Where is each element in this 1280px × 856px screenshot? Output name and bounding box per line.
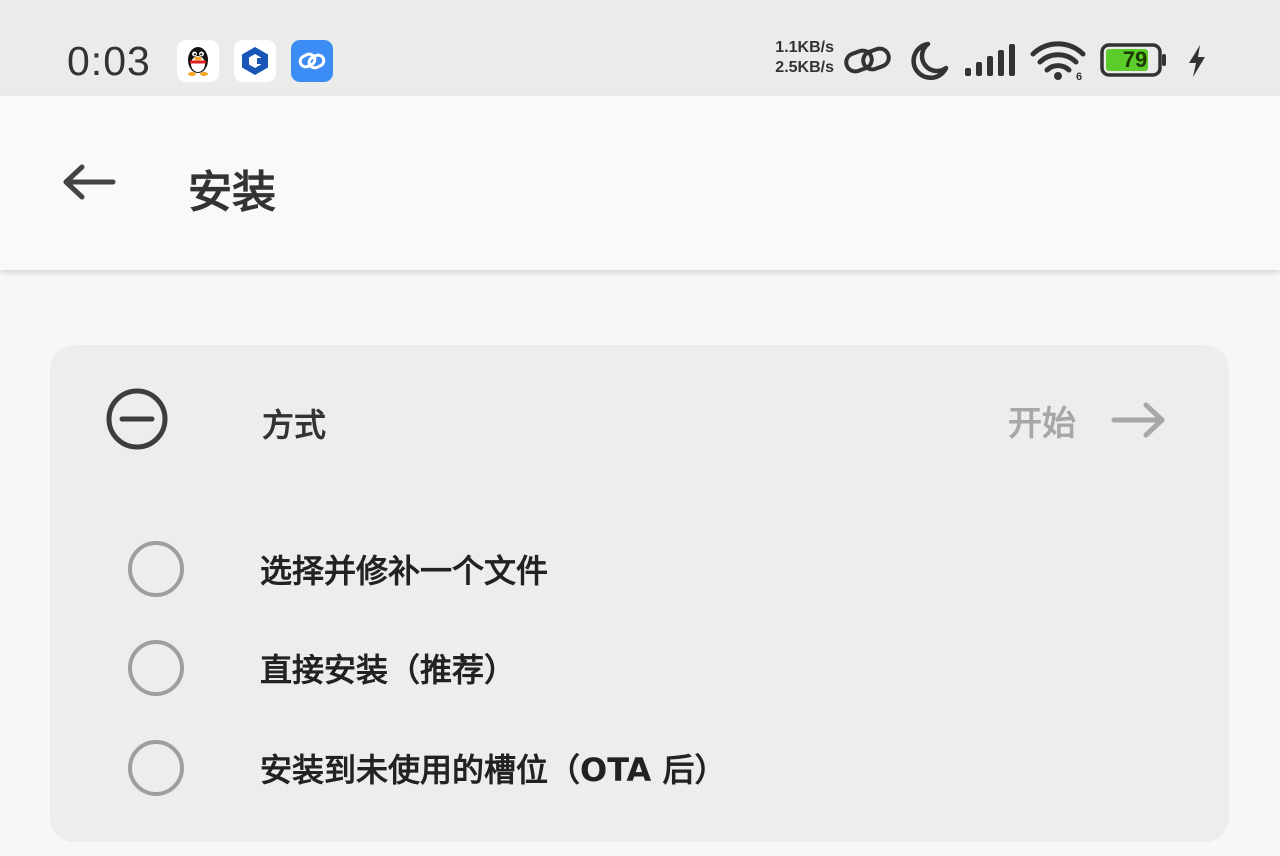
- do-not-disturb-moon-icon: [911, 41, 949, 81]
- download-speed: 2.5KB/s: [775, 59, 834, 76]
- radio-button[interactable]: [128, 640, 184, 696]
- hotspot-link-icon: [844, 46, 891, 74]
- arrow-right-icon: [1111, 402, 1165, 438]
- upload-speed: 1.1KB/s: [775, 39, 834, 56]
- network-speed: 1.1KB/s 2.5KB/s: [752, 38, 834, 78]
- start-button-label: 开始: [1008, 403, 1076, 444]
- option-label: 安装到未使用的槽位（OTA 后）: [260, 751, 727, 789]
- battery-level: 79: [1122, 47, 1148, 72]
- radio-button[interactable]: [128, 541, 184, 597]
- wifi-icon: 6: [1030, 41, 1086, 82]
- minus-circle-icon: [106, 388, 168, 450]
- status-bar: 0:03 1.1KB/s 2.5KB/s 6 79: [0, 0, 1280, 96]
- qq-app-icon: [177, 40, 219, 82]
- option-label: 选择并修补一个文件: [260, 552, 549, 590]
- page-title: 安装: [188, 167, 276, 218]
- back-arrow-icon: [63, 164, 116, 200]
- option-label: 直接安装（推荐）: [260, 651, 517, 689]
- radio-button[interactable]: [128, 740, 184, 796]
- start-button[interactable]: 开始: [1000, 392, 1184, 448]
- cellular-signal-icon: [965, 44, 1015, 76]
- back-button[interactable]: [48, 150, 128, 214]
- bank-app-icon: [234, 40, 276, 82]
- option-direct-install[interactable]: 直接安装（推荐）: [110, 628, 1190, 708]
- charging-bolt-icon: [1189, 45, 1205, 77]
- status-time: 0:03: [67, 38, 151, 84]
- method-label: 方式: [262, 406, 327, 444]
- svg-text:6: 6: [1076, 71, 1082, 82]
- option-patch-file[interactable]: 选择并修补一个文件: [110, 529, 1190, 609]
- link-app-icon: [291, 40, 333, 82]
- option-inactive-slot[interactable]: 安装到未使用的槽位（OTA 后）: [110, 728, 1190, 808]
